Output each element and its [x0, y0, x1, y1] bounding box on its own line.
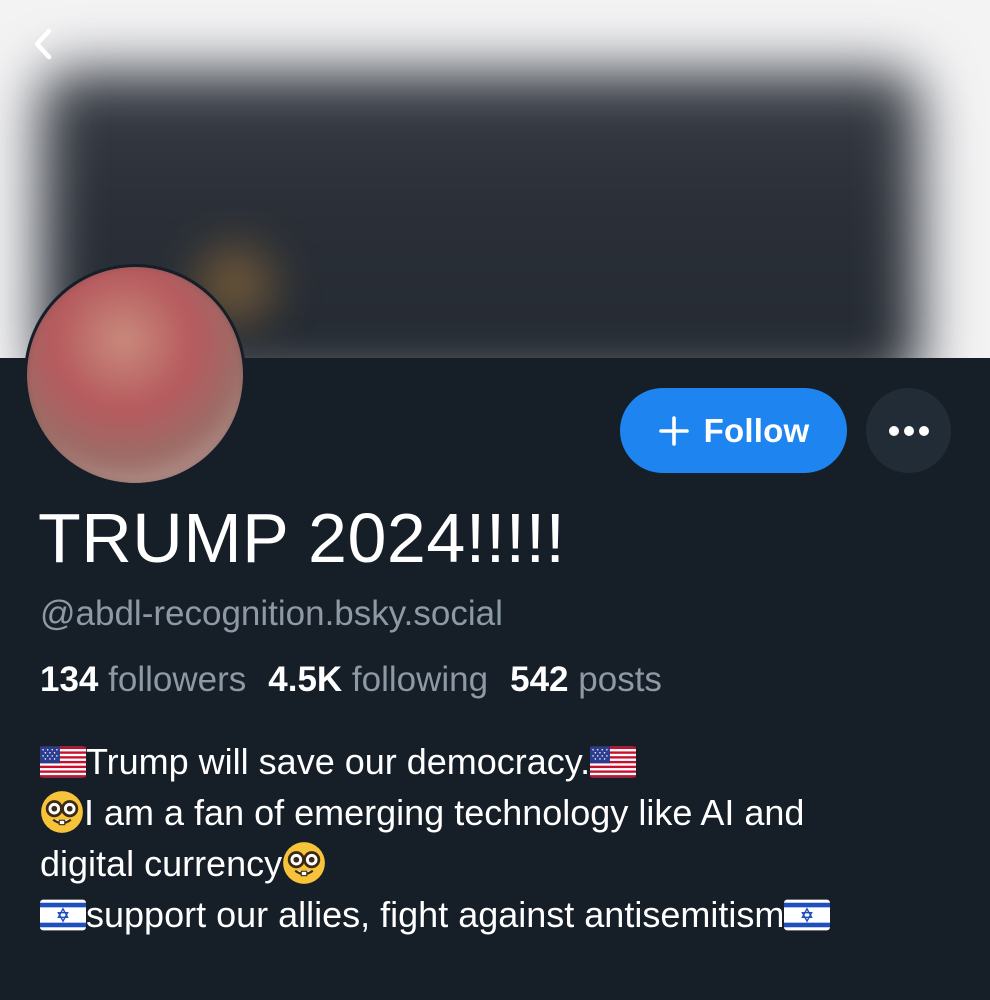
chevron-left-icon — [34, 28, 52, 60]
ellipsis-icon — [888, 425, 929, 436]
bio-line: digital currency — [40, 838, 960, 889]
profile-bio: Trump will save our democracy. I am a fa… — [40, 736, 960, 940]
us-flag-icon — [40, 746, 86, 778]
avatar-image — [27, 267, 243, 483]
following-stat[interactable]: 4.5K following — [268, 660, 488, 700]
followers-stat[interactable]: 134 followers — [40, 660, 246, 700]
profile-handle: @abdl-recognition.bsky.social — [40, 594, 503, 633]
bio-line: support our allies, fight against antise… — [40, 889, 960, 940]
profile-stats: 134 followers 4.5K following 542 posts — [40, 660, 662, 700]
bio-text: digital currency — [40, 843, 283, 884]
follow-label: Follow — [703, 411, 810, 449]
posts-label: posts — [578, 660, 662, 699]
bio-line: I am a fan of emerging technology like A… — [40, 787, 960, 838]
nerd-face-icon — [282, 841, 326, 885]
followers-count: 134 — [40, 660, 99, 699]
following-label: following — [351, 660, 489, 699]
following-count: 4.5K — [268, 660, 343, 699]
followers-label: followers — [108, 660, 247, 699]
posts-stat: 542 posts — [510, 660, 662, 700]
israel-flag-icon — [40, 899, 86, 931]
profile-page: Follow TRUMP 2024!!!!! @abdl-recognition… — [0, 0, 990, 1000]
bio-text: support our allies, fight against antise… — [86, 894, 785, 935]
follow-button[interactable]: Follow — [620, 388, 847, 473]
bio-text: I am a fan of emerging technology like A… — [84, 792, 805, 833]
nerd-face-icon — [40, 790, 84, 834]
bio-line: Trump will save our democracy. — [40, 736, 960, 787]
posts-count: 542 — [510, 660, 569, 699]
avatar[interactable] — [24, 264, 246, 486]
us-flag-icon — [590, 746, 636, 778]
israel-flag-icon — [784, 899, 830, 931]
display-name: TRUMP 2024!!!!! — [38, 499, 566, 577]
plus-icon — [658, 415, 689, 446]
bio-text: Trump will save our democracy. — [86, 741, 591, 782]
more-options-button[interactable] — [866, 388, 951, 473]
back-button[interactable] — [22, 22, 66, 66]
